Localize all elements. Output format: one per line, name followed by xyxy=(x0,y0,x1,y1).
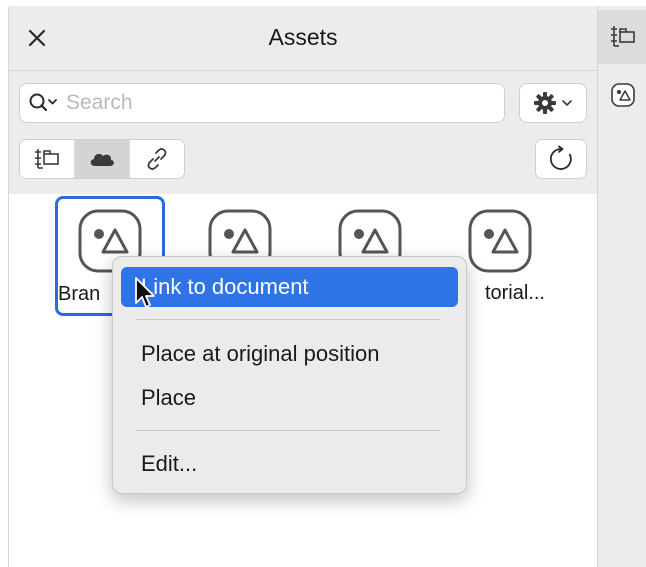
asset-thumbnail xyxy=(467,208,533,274)
asset-source-segmented-control xyxy=(19,139,185,179)
menu-separator xyxy=(135,430,440,431)
side-panel-strip xyxy=(597,6,646,567)
link-icon xyxy=(147,148,167,170)
strip-tab-layers[interactable] xyxy=(598,10,646,64)
menu-item-place[interactable]: Place xyxy=(121,378,458,418)
menu-item-place-at-original-position[interactable]: Place at original position xyxy=(121,334,458,374)
tab-linked-assets[interactable] xyxy=(130,140,184,178)
panel-title: Assets xyxy=(268,24,338,50)
tab-document-assets[interactable] xyxy=(20,140,75,178)
refresh-icon xyxy=(549,145,572,170)
gear-icon xyxy=(534,92,556,114)
cloud-icon xyxy=(90,153,114,166)
context-menu: Link to document Place at original posit… xyxy=(112,256,467,494)
strip-tab-assets[interactable] xyxy=(598,68,646,122)
menu-item-edit[interactable]: Edit... xyxy=(121,444,458,484)
document-tree-icon xyxy=(610,26,635,47)
panel-header: Assets xyxy=(9,6,597,71)
assets-window: Assets Search Bran torial... Link to doc… xyxy=(0,0,646,567)
settings-dropdown-button[interactable] xyxy=(519,83,587,123)
search-field[interactable] xyxy=(19,83,505,123)
search-input[interactable] xyxy=(64,90,488,116)
menu-separator xyxy=(135,319,440,320)
document-tree-icon xyxy=(35,149,59,169)
assets-toolbar xyxy=(9,71,597,194)
refresh-button[interactable] xyxy=(535,139,587,179)
assets-icon xyxy=(610,83,635,107)
chevron-down-icon xyxy=(562,100,572,106)
search-icon[interactable] xyxy=(24,84,64,122)
mouse-cursor-icon xyxy=(135,277,155,308)
asset-icon xyxy=(468,209,532,273)
tab-cloud-assets[interactable] xyxy=(75,140,130,178)
menu-item-link-to-document[interactable]: Link to document xyxy=(121,267,458,307)
